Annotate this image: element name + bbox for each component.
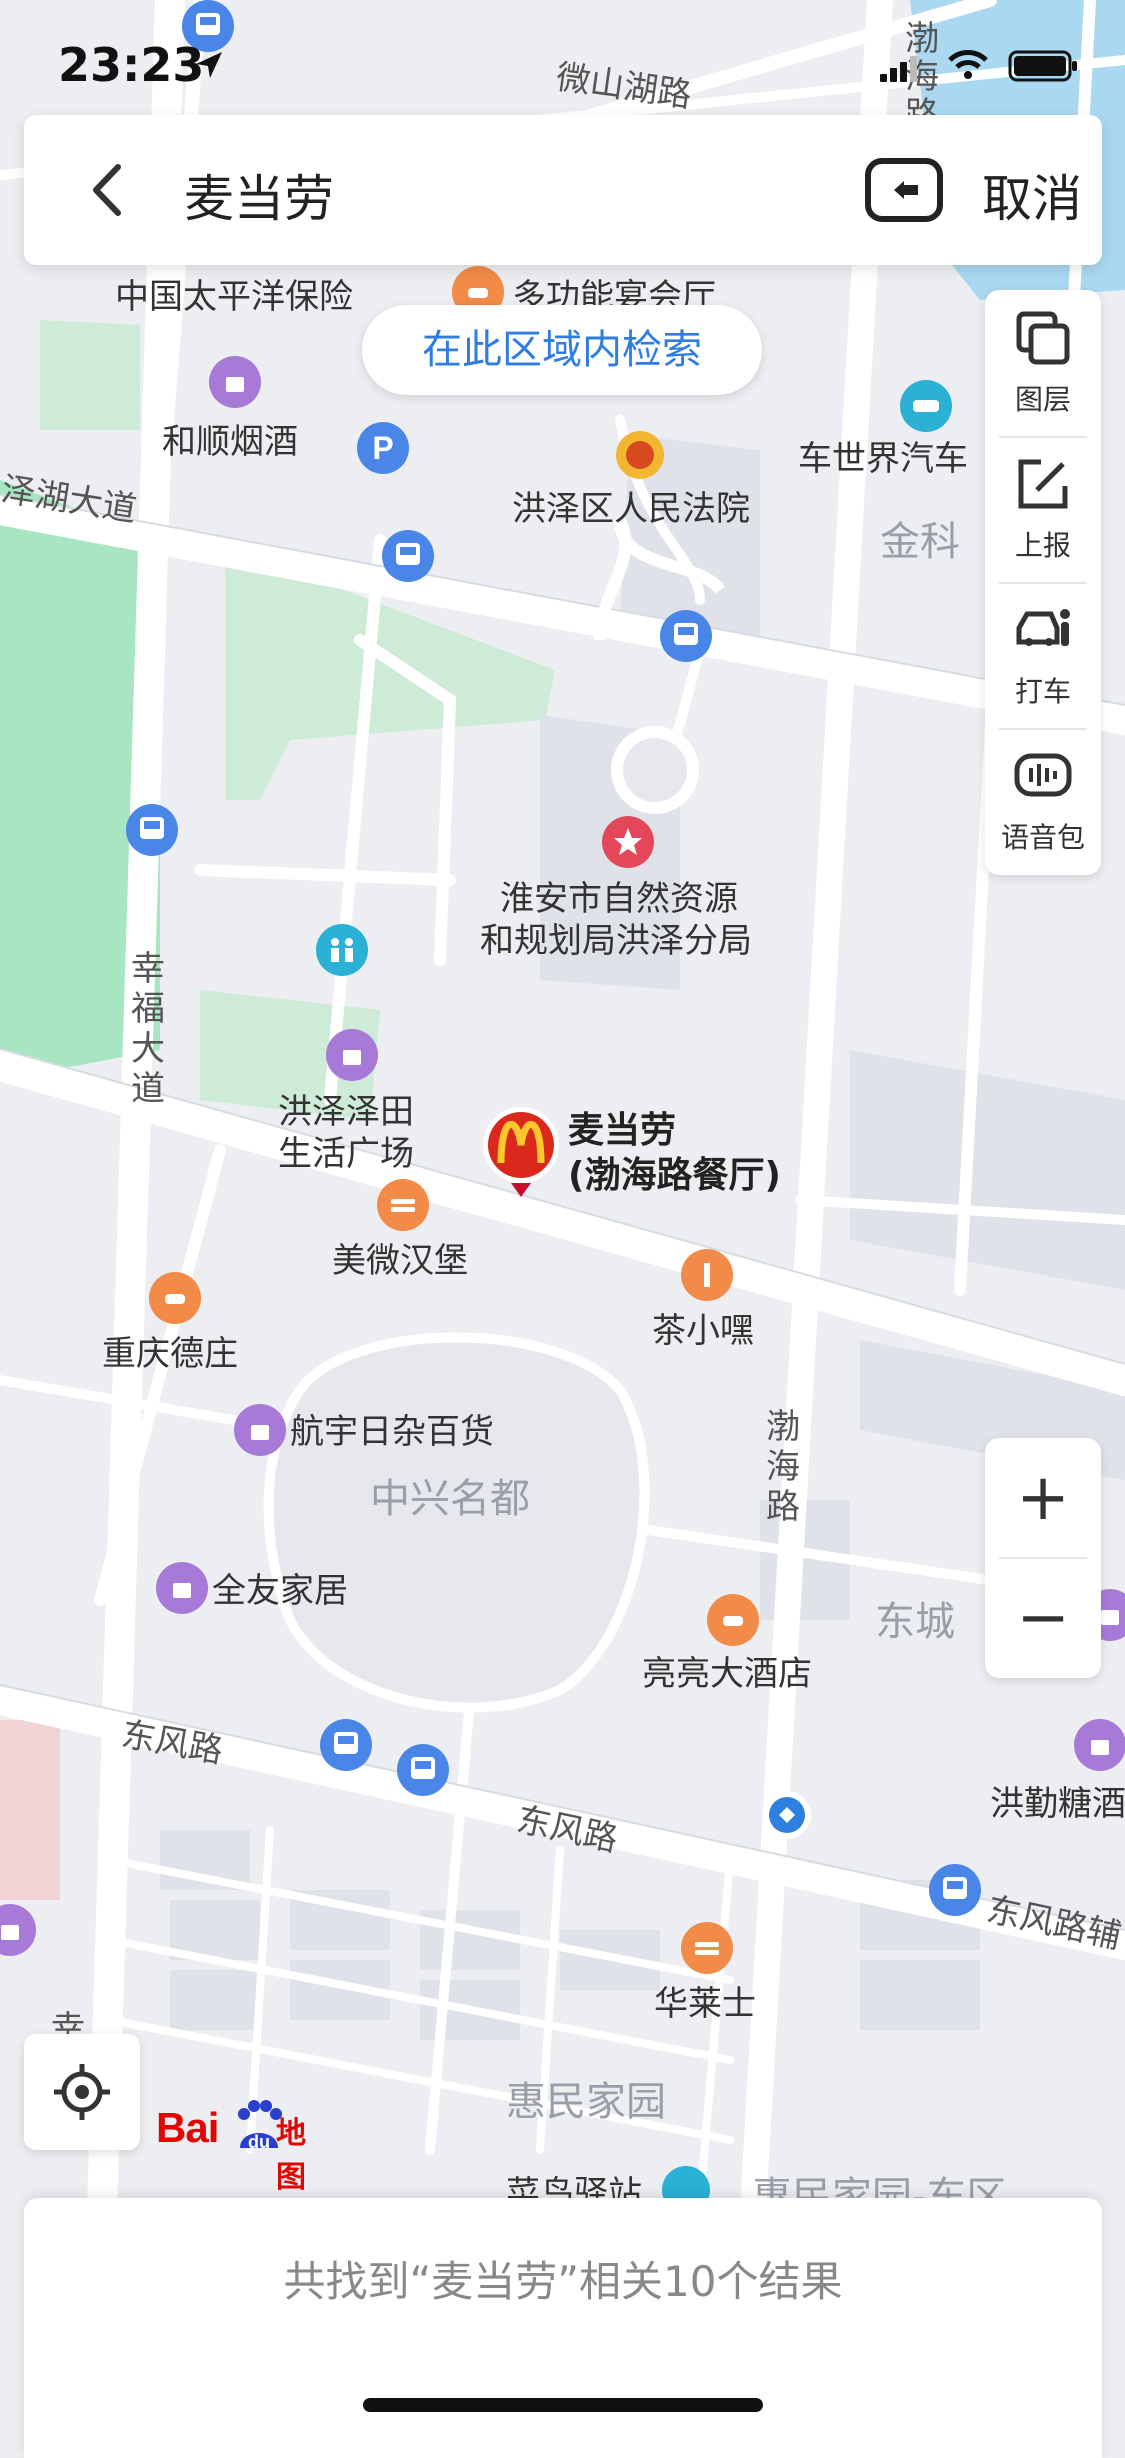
zoom-in-button[interactable]: + [985, 1438, 1101, 1558]
location-arrow-icon [196, 52, 222, 78]
area-jinke: 金科 [880, 519, 960, 565]
roundabout [611, 726, 699, 814]
poi-heshun[interactable]: 和顺烟酒 [162, 422, 298, 462]
locate-me-button[interactable] [24, 2034, 140, 2150]
results-count-text: 共找到“麦当劳”相关10个结果 [283, 2257, 843, 2306]
car-service-icon [900, 380, 952, 432]
poi-chongqing[interactable]: 重庆德庄 [102, 1334, 238, 1374]
poi-cheshijie[interactable]: 车世界汽车 [798, 439, 968, 479]
logo-du: du [248, 2132, 270, 2152]
map-tools-panel: 图层 上报 打车 语音包 [985, 290, 1101, 875]
road-label-bohai-3: 路 [766, 1487, 800, 1527]
battery-icon [1008, 50, 1077, 82]
road-label-bohai-2: 海 [766, 1447, 800, 1487]
wifi-icon [948, 50, 988, 79]
poi-hongqin[interactable]: 洪勤糖酒 [990, 1784, 1125, 1824]
logo-ditu: 地图 [276, 2116, 306, 2195]
mcdonalds-name[interactable]: 麦当劳 [568, 1110, 676, 1151]
tool-report-label: 上报 [1014, 529, 1071, 562]
cancel-button[interactable]: 取消 [982, 159, 1082, 231]
road-label-xingfu-1: 幸 [131, 949, 165, 989]
svg-text:P: P [372, 430, 393, 466]
voice-assistant-icon[interactable] [864, 155, 944, 225]
poi-zetian-2[interactable]: 生活广场 [278, 1134, 414, 1174]
road-label-xingfu-2: 福 [131, 989, 165, 1029]
home-indicator[interactable] [363, 2398, 763, 2412]
block-pink [0, 1720, 60, 1900]
bank-icon [763, 1791, 811, 1839]
zoom-out-button[interactable]: − [985, 1558, 1101, 1678]
logo-bai: Bai [156, 2104, 219, 2151]
poi-liangliang[interactable]: 亮亮大酒店 [642, 1654, 812, 1694]
poi-quanyou[interactable]: 全友家居 [212, 1571, 348, 1611]
parking-icon: P [357, 422, 409, 474]
park-area-4 [40, 320, 140, 430]
area-zhongxing: 中兴名都 [370, 1476, 530, 1522]
area-huimin: 惠民家园 [506, 2079, 666, 2125]
tool-voice-pack[interactable]: 语音包 [985, 728, 1101, 874]
tool-voice-pack-label: 语音包 [1000, 821, 1085, 854]
taxi-car-icon [1016, 609, 1070, 646]
results-panel[interactable]: 共找到“麦当劳”相关10个结果 [24, 2198, 1102, 2458]
tool-layers-label: 图层 [1014, 383, 1071, 416]
restroom-icon [316, 924, 368, 976]
road-label-bohai-1: 渤 [766, 1407, 800, 1447]
cellular-signal-icon [880, 56, 917, 82]
mcdonalds-branch[interactable]: (渤海路餐厅) [568, 1155, 781, 1196]
back-arrow-icon[interactable] [74, 155, 144, 225]
poi-meiwei[interactable]: 美微汉堡 [332, 1241, 468, 1281]
zhongxing-block [263, 1332, 650, 1713]
search-this-area-button[interactable]: 在此区域内检索 [362, 305, 762, 395]
voice-pack-icon [1014, 753, 1072, 797]
status-time: 23:23 [58, 38, 205, 92]
search-query-input[interactable]: 麦当劳 [184, 159, 334, 231]
status-bar: 23:23 [0, 0, 1125, 130]
court-icon [616, 431, 664, 479]
poi-ziran-2[interactable]: 和规划局洪泽分局 [480, 921, 752, 961]
layers-icon [1016, 311, 1070, 365]
poi-ziran-1[interactable]: 淮安市自然资源 [500, 879, 738, 919]
poi-court[interactable]: 洪泽区人民法院 [512, 489, 750, 529]
locate-crosshair-icon [54, 2064, 110, 2120]
poi-hangyu[interactable]: 航宇日杂百货 [290, 1412, 494, 1452]
poi-taipingyang[interactable]: 中国太平洋保险 [115, 277, 353, 317]
zoom-control: + − [985, 1438, 1101, 1678]
search-bar: 麦当劳 取消 [24, 115, 1102, 265]
poi-zetian-1[interactable]: 洪泽泽田 [278, 1092, 414, 1132]
tool-report[interactable]: 上报 [985, 436, 1101, 582]
tool-taxi[interactable]: 打车 [985, 582, 1101, 728]
poi-hualaishi[interactable]: 华莱士 [654, 1984, 756, 2024]
tool-taxi-label: 打车 [1014, 675, 1071, 708]
government-icon [602, 816, 654, 868]
tool-layers[interactable]: 图层 [985, 290, 1101, 436]
poi-chaxiao[interactable]: 茶小嘿 [652, 1311, 754, 1351]
area-dongcheng: 东城 [875, 1599, 955, 1645]
road-label-xingfu-3: 大 [131, 1029, 165, 1069]
report-edit-icon [1018, 459, 1068, 509]
road-label-xingfu-4: 道 [131, 1069, 165, 1109]
